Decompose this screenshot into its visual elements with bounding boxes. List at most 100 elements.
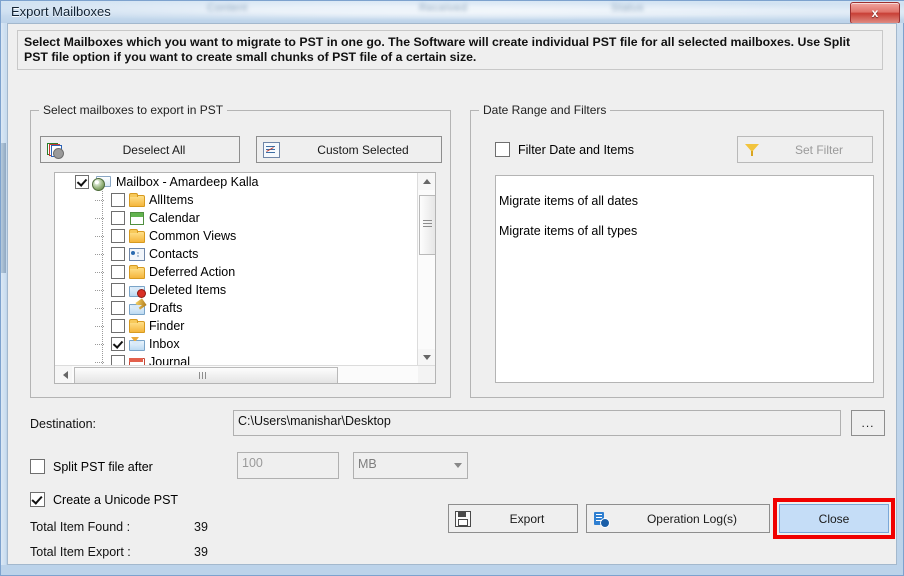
tree-node-deleted-items[interactable]: Deleted Items xyxy=(55,281,418,299)
deleted-items-icon xyxy=(128,283,146,298)
split-unit-value: MB xyxy=(358,457,377,471)
calendar-icon xyxy=(128,211,145,225)
tree-connector xyxy=(95,326,104,327)
drafts-icon xyxy=(128,298,147,315)
titlebar: Content Received Status Export Export Ma… xyxy=(1,1,904,23)
tree-connector xyxy=(95,308,104,309)
unicode-pst-checkbox[interactable] xyxy=(30,492,45,507)
tree-connector xyxy=(95,254,104,255)
tree-label-allitems: AllItems xyxy=(149,193,194,207)
split-pst-checkbox[interactable] xyxy=(30,459,45,474)
total-item-found-value: 39 xyxy=(194,520,208,534)
close-button[interactable]: Close xyxy=(779,504,889,533)
instruction-banner: Select Mailboxes which you want to migra… xyxy=(17,30,883,70)
tree-vertical-scrollbar[interactable] xyxy=(417,173,435,366)
tree-node-drafts[interactable]: Drafts xyxy=(55,298,418,317)
tree-node-allitems[interactable]: AllItems xyxy=(55,191,418,209)
scrollbar-corner xyxy=(418,366,435,383)
split-pst-label: Split PST file after xyxy=(53,459,153,474)
tree-checkbox-finder[interactable] xyxy=(111,319,125,333)
operation-logs-button[interactable]: Operation Log(s) xyxy=(586,504,770,533)
scroll-up-icon[interactable] xyxy=(418,173,435,190)
filter-summary-dates: Migrate items of all dates xyxy=(499,194,638,208)
filter-summary-panel: Migrate items of all dates Migrate items… xyxy=(495,175,874,383)
set-filter-label: Set Filter xyxy=(794,142,843,157)
split-unit-select[interactable]: MB xyxy=(353,452,468,479)
tree-connector xyxy=(95,218,104,219)
ghost-text-received: Received xyxy=(419,2,468,14)
filter-date-items-checkbox[interactable] xyxy=(495,142,510,157)
filter-date-items-checkbox-row[interactable]: Filter Date and Items xyxy=(495,142,634,157)
tree-node-finder[interactable]: Finder xyxy=(55,317,418,335)
deselect-all-button[interactable]: Deselect All xyxy=(40,136,240,163)
ghost-text-status: Status xyxy=(611,2,644,14)
tree-root-label: Mailbox - Amardeep Kalla xyxy=(116,175,259,189)
filter-date-items-label: Filter Date and Items xyxy=(518,142,635,157)
window-close-button[interactable]: x xyxy=(850,2,900,23)
log-icon xyxy=(587,511,615,528)
export-button[interactable]: Export xyxy=(448,504,578,533)
mailbox-tree[interactable]: Mailbox - Amardeep Kalla AllItems Calend… xyxy=(54,172,436,384)
window-title: Export Mailboxes xyxy=(11,4,111,19)
folder-icon xyxy=(128,193,145,207)
dialog-client-area: Select Mailboxes which you want to migra… xyxy=(7,23,897,565)
select-mailboxes-legend: Select mailboxes to export in PST xyxy=(39,103,228,117)
tree-horizontal-scrollbar[interactable] xyxy=(55,365,435,383)
tree-label-contacts: Contacts xyxy=(149,247,199,261)
tree-checkbox-allitems[interactable] xyxy=(111,193,125,207)
left-scroll-thumb[interactable] xyxy=(1,143,6,273)
date-range-filters-legend: Date Range and Filters xyxy=(479,103,611,117)
export-label: Export xyxy=(509,511,545,526)
scroll-down-icon[interactable] xyxy=(418,349,435,366)
tree-root-checkbox[interactable] xyxy=(75,175,89,189)
total-item-found-label: Total Item Found : xyxy=(30,520,131,534)
tree-node-inbox[interactable]: Inbox xyxy=(55,335,418,353)
total-item-export-label: Total Item Export : xyxy=(30,545,131,559)
tree-node-root[interactable]: Mailbox - Amardeep Kalla xyxy=(55,173,418,191)
tree-label-calendar: Calendar xyxy=(149,211,200,225)
unicode-pst-checkbox-row[interactable]: Create a Unicode PST xyxy=(30,492,178,507)
split-pst-checkbox-row[interactable]: Split PST file after xyxy=(30,459,153,474)
inbox-icon xyxy=(128,337,145,351)
tree-checkbox-deleted-items[interactable] xyxy=(111,283,125,297)
chevron-down-icon[interactable] xyxy=(454,463,462,468)
tree-label-inbox: Inbox xyxy=(149,337,180,351)
left-scroll-track[interactable] xyxy=(1,23,6,565)
tree-label-drafts: Drafts xyxy=(149,301,183,315)
browse-label: ... xyxy=(861,416,875,430)
tree-node-common-views[interactable]: Common Views xyxy=(55,227,418,245)
operation-logs-label: Operation Log(s) xyxy=(646,511,738,526)
checklist-icon xyxy=(257,141,285,158)
tree-vscroll-thumb[interactable] xyxy=(419,195,435,255)
stack-check-icon xyxy=(41,142,69,159)
tree-node-deferred-action[interactable]: Deferred Action xyxy=(55,263,418,281)
tree-checkbox-drafts[interactable] xyxy=(111,301,125,315)
tree-connector xyxy=(95,200,104,201)
scroll-left-icon[interactable] xyxy=(55,366,72,383)
tree-node-contacts[interactable]: Contacts xyxy=(55,245,418,263)
close-label: Close xyxy=(818,511,850,526)
export-mailboxes-window: Content Received Status Export Export Ma… xyxy=(0,0,904,576)
tree-checkbox-common-views[interactable] xyxy=(111,229,125,243)
tree-connector xyxy=(95,236,104,237)
custom-selected-button[interactable]: Custom Selected xyxy=(256,136,442,163)
folder-icon xyxy=(128,229,145,243)
tree-checkbox-deferred-action[interactable] xyxy=(111,265,125,279)
set-filter-button[interactable]: Set Filter xyxy=(737,136,873,163)
tree-connector xyxy=(95,290,104,291)
destination-label: Destination: xyxy=(30,417,97,431)
tree-checkbox-calendar[interactable] xyxy=(111,211,125,225)
tree-label-deferred-action: Deferred Action xyxy=(149,265,236,279)
tree-checkbox-inbox[interactable] xyxy=(111,337,125,351)
destination-input[interactable]: C:\Users\manishar\Desktop xyxy=(233,410,841,436)
filter-summary-types: Migrate items of all types xyxy=(499,224,638,238)
browse-destination-button[interactable]: ... xyxy=(851,410,885,436)
mailbox-tree-items: Mailbox - Amardeep Kalla AllItems Calend… xyxy=(55,173,418,366)
tree-node-calendar[interactable]: Calendar xyxy=(55,209,418,227)
tree-checkbox-contacts[interactable] xyxy=(111,247,125,261)
split-size-input[interactable]: 100 xyxy=(237,452,339,479)
custom-selected-label: Custom Selected xyxy=(317,142,409,157)
tree-hscroll-thumb[interactable] xyxy=(74,367,338,383)
tree-label-finder: Finder xyxy=(149,319,185,333)
ghost-text-content: Content xyxy=(207,2,248,14)
